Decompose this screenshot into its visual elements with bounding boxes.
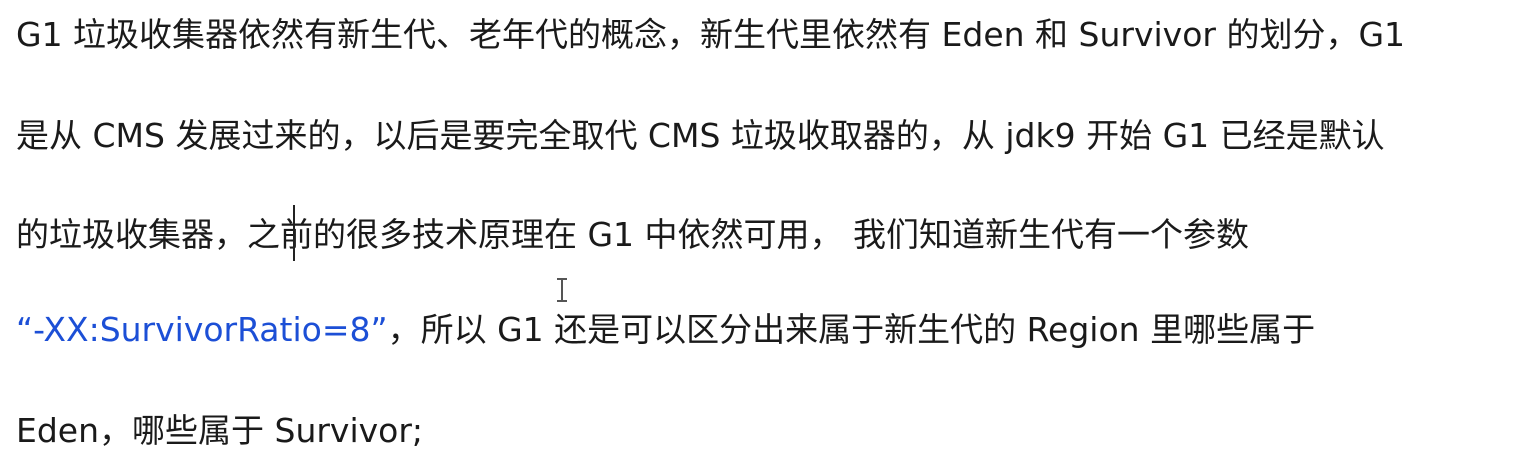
paragraph-line-5: Eden，哪些属于 Survivor; — [16, 411, 424, 450]
paragraph-line-1: G1 垃圾收集器依然有新生代、老年代的概念，新生代里依然有 Eden 和 Sur… — [16, 15, 1406, 54]
paragraph-line-3: 的垃圾收集器，之前的很多技术原理在 G1 中依然可用， 我们知道新生代有一个参数 — [16, 215, 1250, 254]
i-beam-cursor-icon — [556, 278, 568, 302]
paragraph-line-4: “-XX:SurvivorRatio=8”，所以 G1 还是可以区分出来属于新生… — [16, 310, 1315, 350]
jvm-parameter-text: “-XX:SurvivorRatio=8” — [16, 310, 388, 349]
paragraph-line-4-rest: ，所以 G1 还是可以区分出来属于新生代的 Region 里哪些属于 — [387, 310, 1316, 349]
text-caret — [293, 205, 295, 261]
document-page: G1 垃圾收集器依然有新生代、老年代的概念，新生代里依然有 Eden 和 Sur… — [0, 0, 1518, 457]
paragraph-line-2: 是从 CMS 发展过来的，以后是要完全取代 CMS 垃圾收取器的，从 jdk9 … — [16, 116, 1385, 155]
